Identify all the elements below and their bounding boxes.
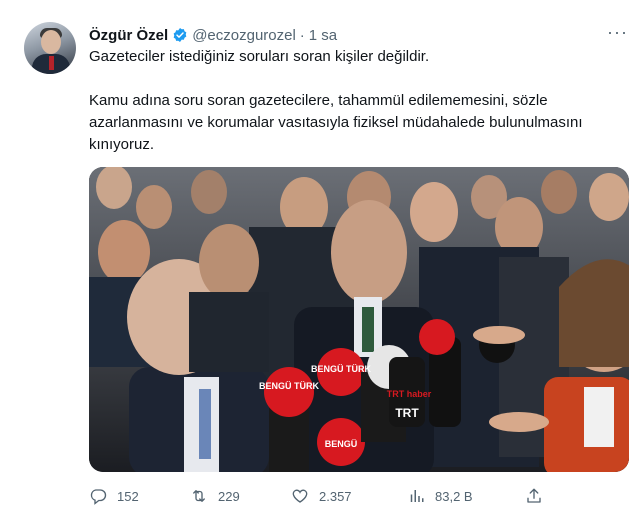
retweet-icon (193, 490, 205, 502)
retweet-action[interactable]: 229 (190, 484, 240, 508)
tweet-actions: 152 229 2.357 83,2 B (89, 484, 629, 508)
retweet-count: 229 (218, 488, 240, 504)
reply-count: 152 (117, 488, 139, 504)
tweet-paragraph-2: Kamu adına soru soran gazetecilere, taha… (89, 92, 583, 153)
mic-label-2: TRT haber (387, 389, 432, 399)
reply-icon (90, 489, 107, 505)
reply-action[interactable]: 152 (89, 484, 139, 508)
separator-dot: · (299, 26, 305, 44)
author-handle[interactable]: @eczozgurozel (192, 27, 296, 44)
tweet-header: Özgür Özel @eczozgurozel · 1 sa (89, 24, 620, 46)
tweet-photo[interactable]: BENGÜ TÜRK TRT haber BENGÜ TÜRK TRT BENG… (89, 167, 629, 472)
mic-label-3: BENGÜ TÜRK (311, 364, 371, 374)
mic-label-5: BENGÜ (325, 439, 358, 449)
views-count: 83,2 B (435, 488, 473, 504)
tweet-time[interactable]: 1 sa (309, 27, 337, 44)
share-icon (527, 488, 541, 503)
verified-badge-icon (173, 28, 187, 42)
views-icon (410, 490, 424, 502)
tweet-text: Gazeteciler istediğiniz soruları soran k… (89, 46, 619, 156)
more-icon[interactable]: ··· (607, 22, 628, 43)
author-avatar[interactable] (24, 22, 76, 74)
mic-label-4: TRT (395, 406, 419, 420)
tweet-card[interactable]: Özgür Özel @eczozgurozel · 1 sa ··· Gaze… (0, 0, 640, 512)
share-action[interactable] (525, 484, 553, 508)
author-name[interactable]: Özgür Özel (89, 27, 168, 44)
views-action[interactable]: 83,2 B (407, 484, 473, 508)
like-action[interactable]: 2.357 (291, 484, 352, 508)
like-count: 2.357 (319, 488, 352, 504)
photo-scene: BENGÜ TÜRK TRT haber BENGÜ TÜRK TRT BENG… (89, 167, 629, 472)
tweet-paragraph-1: Gazeteciler istediğiniz soruları soran k… (89, 48, 430, 65)
mic-label-1: BENGÜ TÜRK (259, 381, 319, 391)
like-icon (292, 489, 308, 503)
